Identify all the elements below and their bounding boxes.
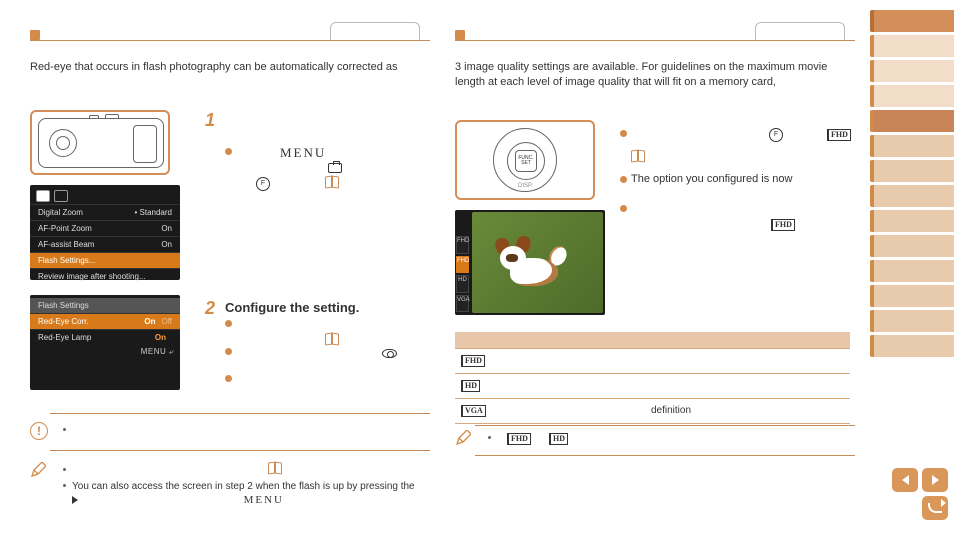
divider [475,455,855,456]
bullet-icon [620,176,627,183]
disp-label: DISP. [518,183,533,189]
side-tab[interactable] [870,35,954,57]
movie-quality-screenshot: FHDFHDHDVGA [455,210,605,315]
side-tabs [870,10,954,360]
step-2-heading: Configure the setting. [225,300,359,315]
side-tab[interactable] [870,310,954,332]
camera-tab-icon [328,160,342,174]
nav-prev-button[interactable] [892,468,918,492]
bullet-icon [225,320,232,327]
section-tab-left [330,22,420,40]
section-tab-right [755,22,845,40]
note-bullet-icon [63,468,66,471]
note-text: You can also access the screen in step 2… [72,480,417,507]
section-marker [30,30,40,40]
divider [50,450,430,451]
table-header [505,332,645,348]
func-set-icon: F [256,176,270,191]
intro-text-left: Red-eye that occurs in flash photography… [30,60,425,75]
camera-illustration [30,110,170,175]
menu-footer: MENU ⤶ [30,345,180,359]
note-bullet-icon [488,436,491,439]
control-dial-illustration: FUNC.SET DISP. [455,120,595,200]
table-header [645,332,850,348]
side-tab[interactable] [870,235,954,257]
table-header [455,332,505,348]
side-tab[interactable] [870,160,954,182]
quality-icon: FHD [507,430,531,445]
caution-icon: ! [30,422,48,440]
table-row: VGAdefinition [455,398,850,423]
side-tab[interactable] [870,60,954,82]
table-row: HD [455,373,850,398]
sample-photo-dog [472,212,603,313]
pencil-icon [455,430,471,446]
book-ref-icon [325,333,339,347]
side-tab[interactable] [870,110,954,132]
divider [50,413,430,414]
step-number-1: 1 [205,110,215,131]
menu-row: Red-Eye LampOn [30,329,180,345]
menu-screenshot-1: Digital Zoom• StandardAF-Point ZoomOnAF-… [30,185,180,280]
menu-row: Red-Eye Corr.OnOff [30,313,180,329]
quality-option: HD [456,275,469,293]
camera-tab-icon [36,190,50,202]
flash-settings-title: Flash Settings [30,298,180,313]
nav-next-button[interactable] [922,468,948,492]
table-row: FHD [455,348,850,373]
quality-option: VGA [456,295,469,313]
func-set-icon: F [769,127,783,142]
side-tab[interactable] [870,335,954,357]
bullet-icon [620,205,627,212]
side-tab[interactable] [870,185,954,207]
quality-icon: HD [549,430,568,445]
bullet-icon [225,148,232,155]
bullet-icon [225,348,232,355]
chevron-left-icon [902,475,909,485]
nav-return-button[interactable] [922,496,948,520]
pencil-icon [30,462,46,478]
divider [30,40,430,41]
quality-option: FHD [456,236,469,254]
side-tab[interactable] [870,210,954,232]
book-ref-icon [268,462,282,476]
menu-label: MENU [280,145,326,161]
section-marker [455,30,465,40]
menu-row: AF-assist BeamOn [30,236,180,252]
menu-row: AF-Point ZoomOn [30,220,180,236]
book-ref-icon [631,150,645,164]
intro-text-right: 3 image quality settings are available. … [455,60,850,91]
configured-text: The option you configured is now [631,173,792,185]
step-number-2: 2 [205,298,215,319]
chevron-right-icon [932,475,939,485]
menu-label: MENU [244,494,284,506]
divider [475,425,855,426]
menu-row: Flash Settings... [30,252,180,268]
return-icon [928,503,942,513]
menu-row: Review image after shooting... [30,268,180,284]
red-eye-icon [382,346,397,360]
func-set-button: FUNC.SET [515,150,537,172]
divider [455,40,855,41]
side-tab[interactable] [870,285,954,307]
quality-icon: FHD [827,126,851,141]
note-bullet-icon [63,428,66,431]
quality-icon: FHD [771,216,795,231]
tools-tab-icon [54,190,68,202]
right-arrow-icon [72,496,78,504]
quality-option: FHD [456,256,469,274]
menu-row: Digital Zoom• Standard [30,204,180,220]
quality-table: FHDHDVGAdefinition [455,332,850,424]
menu-screenshot-2: Flash Settings Red-Eye Corr.OnOffRed-Eye… [30,295,180,390]
side-tab[interactable] [870,85,954,107]
bullet-icon [225,375,232,382]
bullet-icon [620,130,627,137]
note-bullet-icon [63,484,66,487]
side-tab[interactable] [870,135,954,157]
side-tab[interactable] [870,10,954,32]
book-ref-icon [325,176,339,190]
side-tab[interactable] [870,260,954,282]
